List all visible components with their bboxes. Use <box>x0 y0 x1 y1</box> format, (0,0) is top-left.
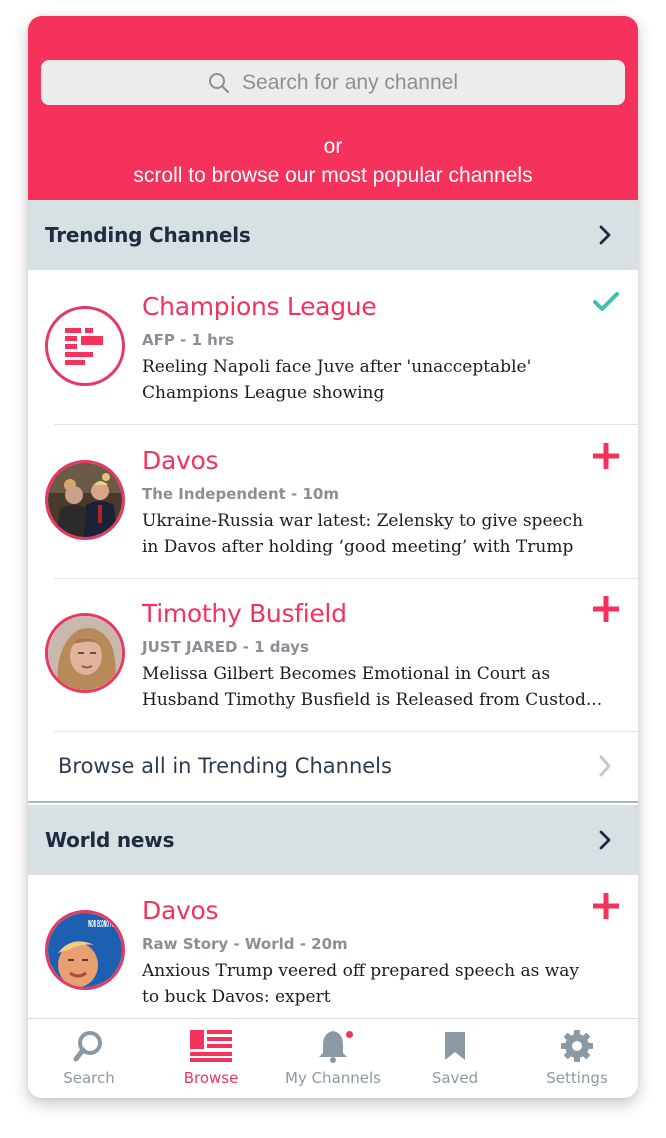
headline-line: Ukraine-Russia war latest: Zelensky to g… <box>142 511 584 531</box>
browse-icon <box>190 1030 232 1062</box>
tab-label: Search <box>63 1069 115 1087</box>
tab-label: Browse <box>183 1069 239 1087</box>
tab-my-channels[interactable]: My Channels <box>272 1019 394 1098</box>
chevron-right-icon <box>599 830 611 850</box>
channel-photo: WOR ECONO FORUM <box>48 913 122 987</box>
article-source: Raw Story - World - 20m <box>142 935 348 953</box>
article-source: JUST JARED - 1 days <box>142 638 309 656</box>
app-screen: Search for any channel or scroll to brow… <box>28 16 638 1098</box>
tab-browse[interactable]: Browse <box>150 1019 272 1098</box>
tab-saved[interactable]: Saved <box>394 1019 516 1098</box>
channel-title: Timothy Busfield <box>142 599 347 628</box>
tab-label: Settings <box>546 1069 608 1087</box>
add-channel-button[interactable] <box>592 892 620 920</box>
article-headline[interactable]: Anxious Trump veered off prepared speech… <box>142 958 622 1010</box>
headline-line: in Davos after holding ‘good meeting’ wi… <box>142 537 574 557</box>
channel-photo <box>48 616 122 690</box>
bookmark-icon <box>445 1032 465 1060</box>
headline-line: Melissa Gilbert Becomes Emotional in Cou… <box>142 664 551 684</box>
browse-header: Search for any channel or scroll to brow… <box>28 16 638 200</box>
plus-icon <box>593 443 619 469</box>
channel-avatar: WOR ECONO FORUM <box>45 910 125 990</box>
header-hint: or scroll to browse our most popular cha… <box>28 132 638 190</box>
plus-icon <box>593 596 619 622</box>
tab-settings[interactable]: Settings <box>516 1019 638 1098</box>
channel-avatar <box>45 306 125 386</box>
article-headline[interactable]: Melissa Gilbert Becomes Emotional in Cou… <box>142 661 622 713</box>
article-headline[interactable]: Reeling Napoli face Juve after 'unaccept… <box>142 354 622 406</box>
notification-dot <box>344 1029 355 1040</box>
channel-avatar <box>45 613 125 693</box>
article-source: The Independent - 10m <box>142 485 339 503</box>
check-icon <box>593 292 619 311</box>
headline-line: Husband Timothy Busfield is Released fro… <box>142 690 603 710</box>
channel-avatar <box>45 460 125 540</box>
browse-all-label: Browse all in Trending Channels <box>58 754 392 778</box>
chevron-right-icon <box>599 755 611 777</box>
channel-photo <box>48 463 122 537</box>
tab-label: My Channels <box>285 1069 381 1087</box>
list-item[interactable]: Davos The Independent - 10m Ukraine-Russ… <box>28 424 638 577</box>
channel-title: Davos <box>142 896 219 925</box>
channel-title: Champions League <box>142 292 377 321</box>
search-icon <box>209 72 230 93</box>
list-item[interactable]: Timothy Busfield JUST JARED - 1 days Mel… <box>28 577 638 730</box>
header-hint-scroll: scroll to browse our most popular channe… <box>133 164 533 187</box>
list-item[interactable]: WOR ECONO FORUM Davos Raw Story - World … <box>28 874 638 1027</box>
tab-label: Saved <box>431 1069 479 1087</box>
headline-line: Reeling Napoli face Juve after 'unaccept… <box>142 357 532 377</box>
plus-icon <box>593 893 619 919</box>
section-title: Trending Channels <box>45 223 251 247</box>
tab-bar: Search Browse My Channels Saved Settings <box>28 1018 638 1098</box>
section-header-trending[interactable]: Trending Channels <box>28 200 638 270</box>
gear-icon <box>561 1030 593 1062</box>
tab-search[interactable]: Search <box>28 1019 150 1098</box>
search-placeholder: Search for any channel <box>242 70 458 94</box>
section-header-world-news[interactable]: World news <box>28 805 638 875</box>
header-hint-or: or <box>323 135 343 158</box>
browse-all-trending-link[interactable]: Browse all in Trending Channels <box>28 731 638 803</box>
list-item[interactable]: Champions League AFP - 1 hrs Reeling Nap… <box>28 270 638 423</box>
headline-line: Champions League showing <box>142 383 385 403</box>
search-icon <box>73 1031 102 1062</box>
article-source: AFP - 1 hrs <box>142 331 235 349</box>
headline-line: to buck Davos: expert <box>142 987 331 1007</box>
channel-title: Davos <box>142 446 219 475</box>
news-icon <box>65 328 103 365</box>
add-channel-button[interactable] <box>592 595 620 623</box>
search-input[interactable]: Search for any channel <box>41 60 625 105</box>
article-headline[interactable]: Ukraine-Russia war latest: Zelensky to g… <box>142 508 622 560</box>
section-title: World news <box>45 828 175 852</box>
subscribed-check-button[interactable] <box>592 288 620 316</box>
add-channel-button[interactable] <box>592 442 620 470</box>
chevron-right-icon <box>599 225 611 245</box>
headline-line: Anxious Trump veered off prepared speech… <box>142 961 580 981</box>
svg-text:WOR ECONO FORUM: WOR ECONO FORUM <box>88 919 122 930</box>
